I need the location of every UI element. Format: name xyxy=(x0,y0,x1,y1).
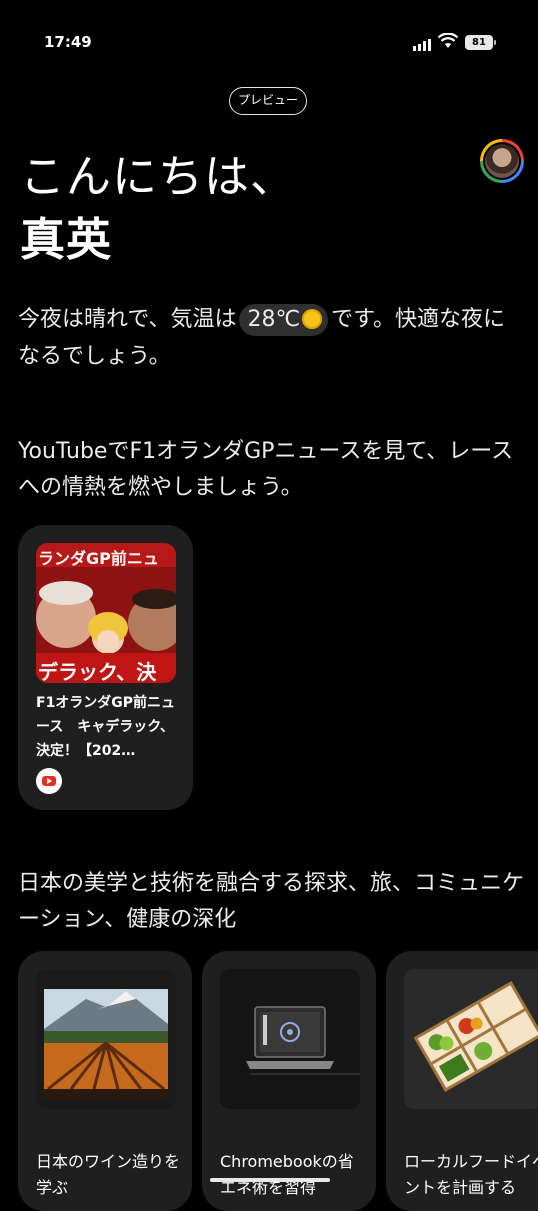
thumbnail-bottom-text: デラック、決 xyxy=(38,660,157,683)
wifi-icon xyxy=(437,32,459,53)
temperature-value: 28℃ xyxy=(247,307,301,332)
thumbnail-top-text: ランダGP前ニュ xyxy=(38,549,159,568)
youtube-section-title: YouTubeでF1オランダGPニュースを見て、レースへの情熱を燃やしましょう。 xyxy=(18,439,514,500)
vineyard-image xyxy=(36,969,176,1109)
topic-card-title: ローカルフードイベントを計画する xyxy=(404,1152,538,1197)
topic-card-title: 日本のワイン造りを学ぶ xyxy=(36,1152,181,1197)
youtube-video-card[interactable]: ランダGP前ニュ デラック、決 F1オランダGP前ニュース キャデラック、決定！… xyxy=(18,525,193,810)
status-time: 17:49 xyxy=(44,33,92,51)
greeting: こんにちは、 真英 xyxy=(20,145,296,271)
topic-card-chromebook[interactable]: Chromebookの省エネ術を習得 xyxy=(202,951,376,1211)
topic-card-food-event[interactable]: ローカルフードイベントを計画する xyxy=(386,951,538,1211)
signal-icon xyxy=(413,36,433,55)
video-title: F1オランダGP前ニュース キャデラック、決定！【202… xyxy=(36,695,176,759)
topic-card-title: Chromebookの省エネ術を習得 xyxy=(220,1152,354,1197)
youtube-icon xyxy=(36,768,62,794)
greeting-line1: こんにちは、 xyxy=(20,150,297,203)
laptop-image xyxy=(220,969,360,1109)
sun-icon xyxy=(302,309,323,329)
battery-icon: 81 xyxy=(465,35,496,50)
temperature-chip[interactable]: 28℃ xyxy=(239,304,329,336)
interests-section-title: 日本の美学と技術を融合する探求、旅、コミュニケーション、健康の深化 xyxy=(18,871,525,932)
video-thumbnail: ランダGP前ニュ デラック、決 xyxy=(36,543,176,683)
weather-text-before: 今夜は晴れで、気温は xyxy=(18,307,237,332)
preview-badge[interactable]: プレビュー xyxy=(229,87,307,115)
status-bar: 17:49 81 xyxy=(0,0,538,80)
home-indicator[interactable] xyxy=(210,1178,330,1182)
topic-card-wine[interactable]: 日本のワイン造りを学ぶ xyxy=(18,951,192,1211)
food-tray-image xyxy=(404,969,538,1109)
avatar[interactable] xyxy=(480,139,524,183)
greeting-name: 真英 xyxy=(20,213,113,266)
weather-summary: 今夜は晴れで、気温は 28℃ です。快適な夜になるでしょう。 xyxy=(18,301,518,375)
